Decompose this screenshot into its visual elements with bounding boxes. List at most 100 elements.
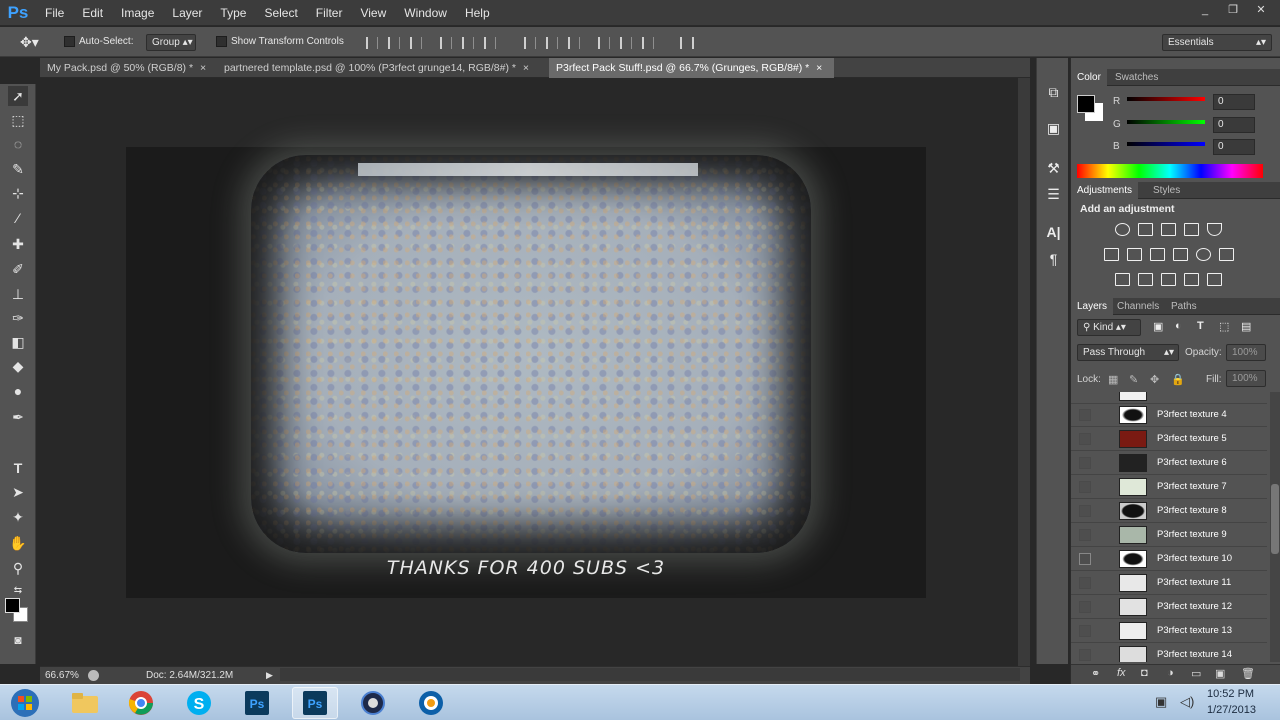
visibility-toggle[interactable]	[1079, 601, 1091, 613]
document-canvas[interactable]: THANKS FOR 400 SUBS <3	[126, 147, 926, 598]
crop-tool-icon[interactable]: ⊹	[8, 183, 28, 203]
tray-icon[interactable]: ▣	[1155, 694, 1167, 710]
brush-tool-icon[interactable]: ✐	[8, 259, 28, 279]
layer-row[interactable]: P3rfect texture 7	[1071, 475, 1267, 499]
zoom-tool-icon[interactable]: ⚲	[8, 558, 28, 578]
tab-paths[interactable]: Paths	[1165, 298, 1203, 315]
canvas-vertical-scrollbar[interactable]	[1018, 78, 1030, 666]
layer-row[interactable]: P3rfect texture 6	[1071, 451, 1267, 475]
zoom-level[interactable]: 66.67%	[45, 667, 79, 684]
b-slider[interactable]	[1127, 142, 1205, 146]
link-layers-icon[interactable]: ⚭	[1091, 667, 1100, 680]
close-tab-icon[interactable]: ×	[816, 62, 822, 74]
filter-smart-object-icon[interactable]: ▤	[1241, 320, 1251, 333]
menu-edit[interactable]: Edit	[73, 0, 112, 26]
levels-icon[interactable]	[1138, 223, 1153, 236]
menu-image[interactable]: Image	[112, 0, 163, 26]
move-tool-icon[interactable]: ➚	[8, 86, 28, 106]
color-spectrum-bar[interactable]	[1077, 164, 1263, 178]
visibility-toggle[interactable]	[1079, 529, 1091, 541]
workspace-dropdown[interactable]: Essentials ▴▾	[1162, 34, 1272, 51]
r-slider[interactable]	[1127, 97, 1205, 101]
shape-tool-icon[interactable]: ✦	[8, 507, 28, 527]
align-hcenter-icon[interactable]	[462, 37, 474, 49]
align-vcenter-icon[interactable]	[388, 37, 400, 49]
layers-scrollbar[interactable]	[1270, 392, 1280, 662]
lock-image-icon[interactable]: ✎	[1129, 373, 1138, 386]
tab-p3rfect-pack-stuff[interactable]: P3rfect Pack Stuff!.psd @ 66.7% (Grunges…	[549, 58, 834, 78]
distribute-left-icon[interactable]	[598, 37, 610, 49]
media-app-taskbar-button[interactable]	[408, 687, 454, 719]
pen-tool-icon[interactable]: ✒	[8, 407, 28, 427]
type-tool-icon[interactable]: T	[8, 458, 28, 478]
distribute-right-icon[interactable]	[642, 37, 654, 49]
cinema4d-taskbar-button[interactable]	[350, 687, 396, 719]
b-value-field[interactable]: 0	[1213, 139, 1255, 155]
new-adjustment-layer-icon[interactable]: ◑	[1167, 667, 1174, 679]
auto-select-checkbox[interactable]: Auto-Select:	[64, 34, 133, 50]
maximize-button[interactable]: ❐	[1220, 2, 1246, 18]
photoshop-taskbar-button-1[interactable]: Ps	[234, 687, 280, 719]
history-brush-tool-icon[interactable]: ✑	[8, 308, 28, 328]
path-selection-tool-icon[interactable]: ➤	[8, 482, 28, 502]
canvas-horizontal-scrollbar[interactable]	[280, 668, 1020, 681]
lasso-tool-icon[interactable]: ◌	[8, 134, 28, 154]
menu-view[interactable]: View	[351, 0, 395, 26]
visibility-toggle[interactable]	[1079, 409, 1091, 421]
tab-layers[interactable]: Layers	[1071, 298, 1114, 315]
visibility-toggle[interactable]	[1079, 481, 1091, 493]
lock-position-icon[interactable]: ✥	[1150, 373, 1159, 386]
invert-icon[interactable]	[1115, 273, 1130, 286]
chrome-taskbar-button[interactable]	[118, 687, 164, 719]
move-tool-icon[interactable]: ✥▾	[20, 34, 39, 50]
clone-stamp-tool-icon[interactable]: ⊥	[8, 284, 28, 304]
new-group-icon[interactable]: ▭	[1191, 667, 1201, 680]
posterize-icon[interactable]	[1138, 273, 1153, 286]
visibility-toggle[interactable]	[1079, 625, 1091, 637]
layer-mask-icon[interactable]: ◘	[1141, 667, 1148, 679]
filter-shape-icon[interactable]: ⬚	[1219, 320, 1229, 333]
status-menu-arrow-icon[interactable]: ▶	[266, 667, 273, 684]
distribute-vcenter-icon[interactable]	[546, 37, 558, 49]
layer-row[interactable]: P3rfect texture 4	[1071, 403, 1267, 427]
layer-style-icon[interactable]: fx	[1117, 667, 1126, 679]
quick-selection-tool-icon[interactable]: ✎	[8, 159, 28, 179]
filter-type-icon[interactable]: T	[1197, 320, 1204, 332]
layer-row[interactable]: P3rfect texture 13	[1071, 619, 1267, 643]
r-value-field[interactable]: 0	[1213, 94, 1255, 110]
filter-pixel-icon[interactable]: ▣	[1153, 320, 1163, 333]
opacity-field[interactable]: 100%	[1226, 344, 1266, 361]
menu-window[interactable]: Window	[395, 0, 456, 26]
photoshop-taskbar-button-2[interactable]: Ps	[292, 687, 338, 719]
auto-align-icon[interactable]	[680, 37, 694, 49]
foreground-color-swatch[interactable]	[5, 598, 20, 613]
distribute-bottom-icon[interactable]	[568, 37, 580, 49]
align-left-icon[interactable]	[440, 37, 452, 49]
tab-my-pack[interactable]: My Pack.psd @ 50% (RGB/8) * ×	[40, 58, 215, 78]
g-value-field[interactable]: 0	[1213, 117, 1255, 133]
close-button[interactable]: ✕	[1248, 2, 1274, 18]
menu-help[interactable]: Help	[456, 0, 499, 26]
layer-row[interactable]: P3rfect texture 9	[1071, 523, 1267, 547]
minimize-button[interactable]: _	[1192, 2, 1218, 18]
align-right-icon[interactable]	[484, 37, 496, 49]
color-balance-icon[interactable]	[1127, 248, 1142, 261]
menu-type[interactable]: Type	[211, 0, 255, 26]
black-white-icon[interactable]	[1150, 248, 1165, 261]
visibility-toggle[interactable]	[1079, 433, 1091, 445]
close-tab-icon[interactable]: ×	[523, 62, 529, 74]
paragraph-panel-icon[interactable]: ¶	[1045, 251, 1062, 268]
lock-transparent-icon[interactable]: ▦	[1108, 373, 1118, 386]
scroll-thumb[interactable]	[1271, 484, 1279, 554]
hue-saturation-icon[interactable]	[1104, 248, 1119, 261]
tab-swatches[interactable]: Swatches	[1109, 69, 1164, 86]
menu-select[interactable]: Select	[255, 0, 306, 26]
menu-layer[interactable]: Layer	[163, 0, 211, 26]
blend-mode-dropdown[interactable]: Pass Through ▴▾	[1077, 344, 1179, 361]
layer-row[interactable]: P3rfect texture 10	[1071, 547, 1267, 571]
close-tab-icon[interactable]: ×	[200, 62, 206, 74]
history-panel-icon[interactable]: ⧉	[1045, 84, 1062, 101]
show-transform-checkbox[interactable]: Show Transform Controls	[216, 34, 344, 50]
threshold-icon[interactable]	[1161, 273, 1176, 286]
layer-row[interactable]: P3rfect texture 11	[1071, 571, 1267, 595]
